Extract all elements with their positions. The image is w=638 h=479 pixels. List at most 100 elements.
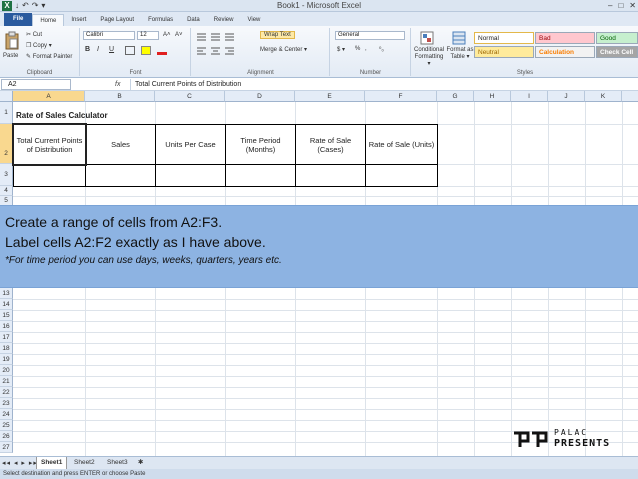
cut-button[interactable]: ✂ Cut [26,31,42,38]
format-as-table-button[interactable]: Format as Table ▾ [446,47,474,61]
tab-file[interactable]: File [4,13,33,26]
row-header-21[interactable]: 21 [0,376,13,387]
tab-review[interactable]: Review [207,14,241,26]
column-header-overflow[interactable] [622,91,638,102]
column-header-d[interactable]: D [225,91,295,102]
data-cell-d3[interactable] [225,164,295,186]
row-header-17[interactable]: 17 [0,332,13,343]
header-cell-d2[interactable]: Time Period (Months) [225,124,295,164]
style-bad[interactable]: Bad [535,32,595,44]
row-header-3[interactable]: 3 [0,164,13,186]
style-normal[interactable]: Normal [474,32,534,44]
column-header-i[interactable]: I [511,91,548,102]
formula-input[interactable]: Total Current Points of Distribution [130,79,637,90]
column-header-c[interactable]: C [155,91,225,102]
row-header-27[interactable]: 27 [0,442,13,453]
copy-button[interactable]: ❐ Copy ▾ [26,42,52,49]
data-cell-f3[interactable] [365,164,437,186]
name-box[interactable]: A2 [1,79,71,90]
column-header-h[interactable]: H [474,91,511,102]
column-header-k[interactable]: K [585,91,622,102]
fill-color-icon[interactable] [141,46,151,55]
shrink-font-button[interactable]: A˅ [175,32,183,38]
tab-data[interactable]: Data [180,14,207,26]
conditional-formatting-icon[interactable] [420,31,434,45]
row-header-1[interactable]: 1 [0,102,13,124]
tab-insert[interactable]: Insert [64,14,93,26]
tab-page-layout[interactable]: Page Layout [93,14,141,26]
number-format-select[interactable]: General [335,31,405,40]
comma-button[interactable]: , [365,46,367,52]
format-painter-button[interactable]: ✎ Format Painter [26,53,72,60]
tab-view[interactable]: View [240,14,267,26]
column-header-e[interactable]: E [295,91,365,102]
gridline [13,196,638,197]
row-header-15[interactable]: 15 [0,310,13,321]
underline-button[interactable]: U [109,46,114,53]
maximize-button[interactable]: □ [618,0,623,12]
sheet-tab-2[interactable]: Sheet2 [70,457,99,469]
data-cell-c3[interactable] [155,164,225,186]
sheet-tab-1[interactable]: Sheet1 [36,457,68,469]
column-header-f[interactable]: F [365,91,437,102]
row-header-20[interactable]: 20 [0,365,13,376]
font-label: Font [129,70,142,76]
row-header-14[interactable]: 14 [0,299,13,310]
row-header-26[interactable]: 26 [0,431,13,442]
select-all-corner[interactable] [0,91,13,102]
instruction-line-2: Label cells A2:F2 exactly as I have abov… [5,234,266,250]
style-check-cell[interactable]: Check Cell [596,46,638,58]
border-icon[interactable] [125,46,135,55]
row-header-16[interactable]: 16 [0,321,13,332]
row-header-18[interactable]: 18 [0,343,13,354]
percent-button[interactable]: % [355,46,360,52]
italic-button[interactable]: I [97,46,99,53]
insert-sheet-icon[interactable]: ✱ [134,457,147,469]
tab-formulas[interactable]: Formulas [141,14,180,26]
tab-home[interactable]: Home [32,14,65,26]
wrap-text-button[interactable]: Wrap Text [260,31,295,39]
style-calculation[interactable]: Calculation [535,46,595,58]
format-as-table-icon[interactable] [452,31,466,45]
column-header-b[interactable]: B [85,91,155,102]
paste-icon[interactable] [4,31,20,51]
data-cell-a3[interactable] [13,164,85,186]
sheet-tab-3[interactable]: Sheet3 [103,457,132,469]
column-header-g[interactable]: G [437,91,474,102]
style-good[interactable]: Good [596,32,638,44]
decimal-buttons[interactable]: ⁰₀ [379,46,384,53]
paste-button[interactable]: Paste [3,53,18,59]
font-name-select[interactable]: Calibri [83,31,135,40]
header-cell-b2[interactable]: Sales [85,124,155,164]
row-header-19[interactable]: 19 [0,354,13,365]
currency-button[interactable]: $ ▾ [337,46,345,53]
row-header-4[interactable]: 4 [0,186,13,196]
header-cell-e2[interactable]: Rate of Sale (Cases) [295,124,365,164]
conditional-formatting-button[interactable]: Conditional Formatting ▾ [414,47,444,68]
row-header-23[interactable]: 23 [0,398,13,409]
row-header-25[interactable]: 25 [0,420,13,431]
fx-icon[interactable]: fx [115,79,120,90]
sheet-title-cell[interactable]: Rate of Sales Calculator [16,111,108,120]
row-header-24[interactable]: 24 [0,409,13,420]
close-button[interactable]: ✕ [629,0,636,12]
data-cell-e3[interactable] [295,164,365,186]
instruction-banner: Create a range of cells from A2:F3. Labe… [0,205,638,288]
bold-button[interactable]: B [85,46,90,53]
style-neutral[interactable]: Neutral [474,46,534,58]
data-cell-b3[interactable] [85,164,155,186]
column-header-a[interactable]: A [13,91,85,102]
header-cell-c2[interactable]: Units Per Case [155,124,225,164]
header-cell-f2[interactable]: Rate of Sale (Units) [365,124,437,164]
font-color-icon[interactable] [157,46,167,55]
row-header-22[interactable]: 22 [0,387,13,398]
minimize-button[interactable]: – [608,0,612,12]
number-group: General $ ▾ % , ⁰₀ Number [331,28,411,76]
row-header-13[interactable]: 13 [0,288,13,299]
merge-center-button[interactable]: Merge & Center ▾ [260,46,307,53]
font-size-select[interactable]: 12 [137,31,159,40]
status-bar: Select destination and press ENTER or ch… [0,469,638,479]
alignment-icons[interactable] [196,32,246,56]
grow-font-button[interactable]: A˄ [163,32,171,38]
column-header-j[interactable]: J [548,91,585,102]
